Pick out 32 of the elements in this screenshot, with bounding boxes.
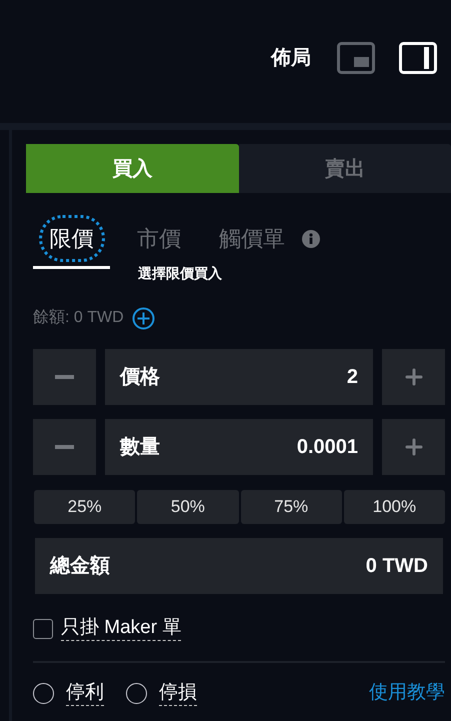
tutorial-link[interactable]: 使用教學 [369,679,445,708]
layout-pip-icon[interactable] [337,42,375,74]
order-type-tab[interactable]: 限價 [38,215,104,262]
layout-sidebar-icon[interactable] [399,42,437,74]
checkbox[interactable] [33,618,53,638]
increment-button[interactable] [382,419,445,475]
radio-button[interactable] [33,682,54,704]
decrement-button[interactable] [33,349,96,405]
minus-icon [55,445,74,449]
total-label: 總金額 [50,554,110,579]
stop-label[interactable]: 停利 [66,680,104,706]
radio-button[interactable] [126,682,147,704]
order-type-hint: 選擇限價買入 [138,264,223,283]
percent-button[interactable]: 50% [137,490,238,524]
info-icon[interactable] [302,230,320,248]
percent-button[interactable]: 100% [344,490,445,524]
stop-label[interactable]: 停損 [159,680,197,706]
balance-text: 餘額: 0 TWD [33,308,124,328]
increment-button[interactable] [382,349,445,405]
side-tab[interactable]: 買入 [26,144,238,193]
minus-icon [55,375,74,379]
number-field[interactable]: 價格 2 [105,349,373,405]
order-type-tab[interactable]: 觸價單 [208,215,296,262]
percent-button[interactable]: 25% [34,490,136,524]
total-value: 0 TWD [366,554,428,579]
percent-button[interactable]: 75% [240,490,342,524]
decrement-button[interactable] [33,419,96,475]
order-type-tab[interactable]: 市價 [126,215,192,262]
number-field[interactable]: 數量 0.0001 [105,419,373,475]
layout-label: 佈局 [271,46,311,70]
maker-only-label[interactable]: 只掛 Maker 單 [61,616,182,641]
add-icon[interactable] [132,306,155,330]
